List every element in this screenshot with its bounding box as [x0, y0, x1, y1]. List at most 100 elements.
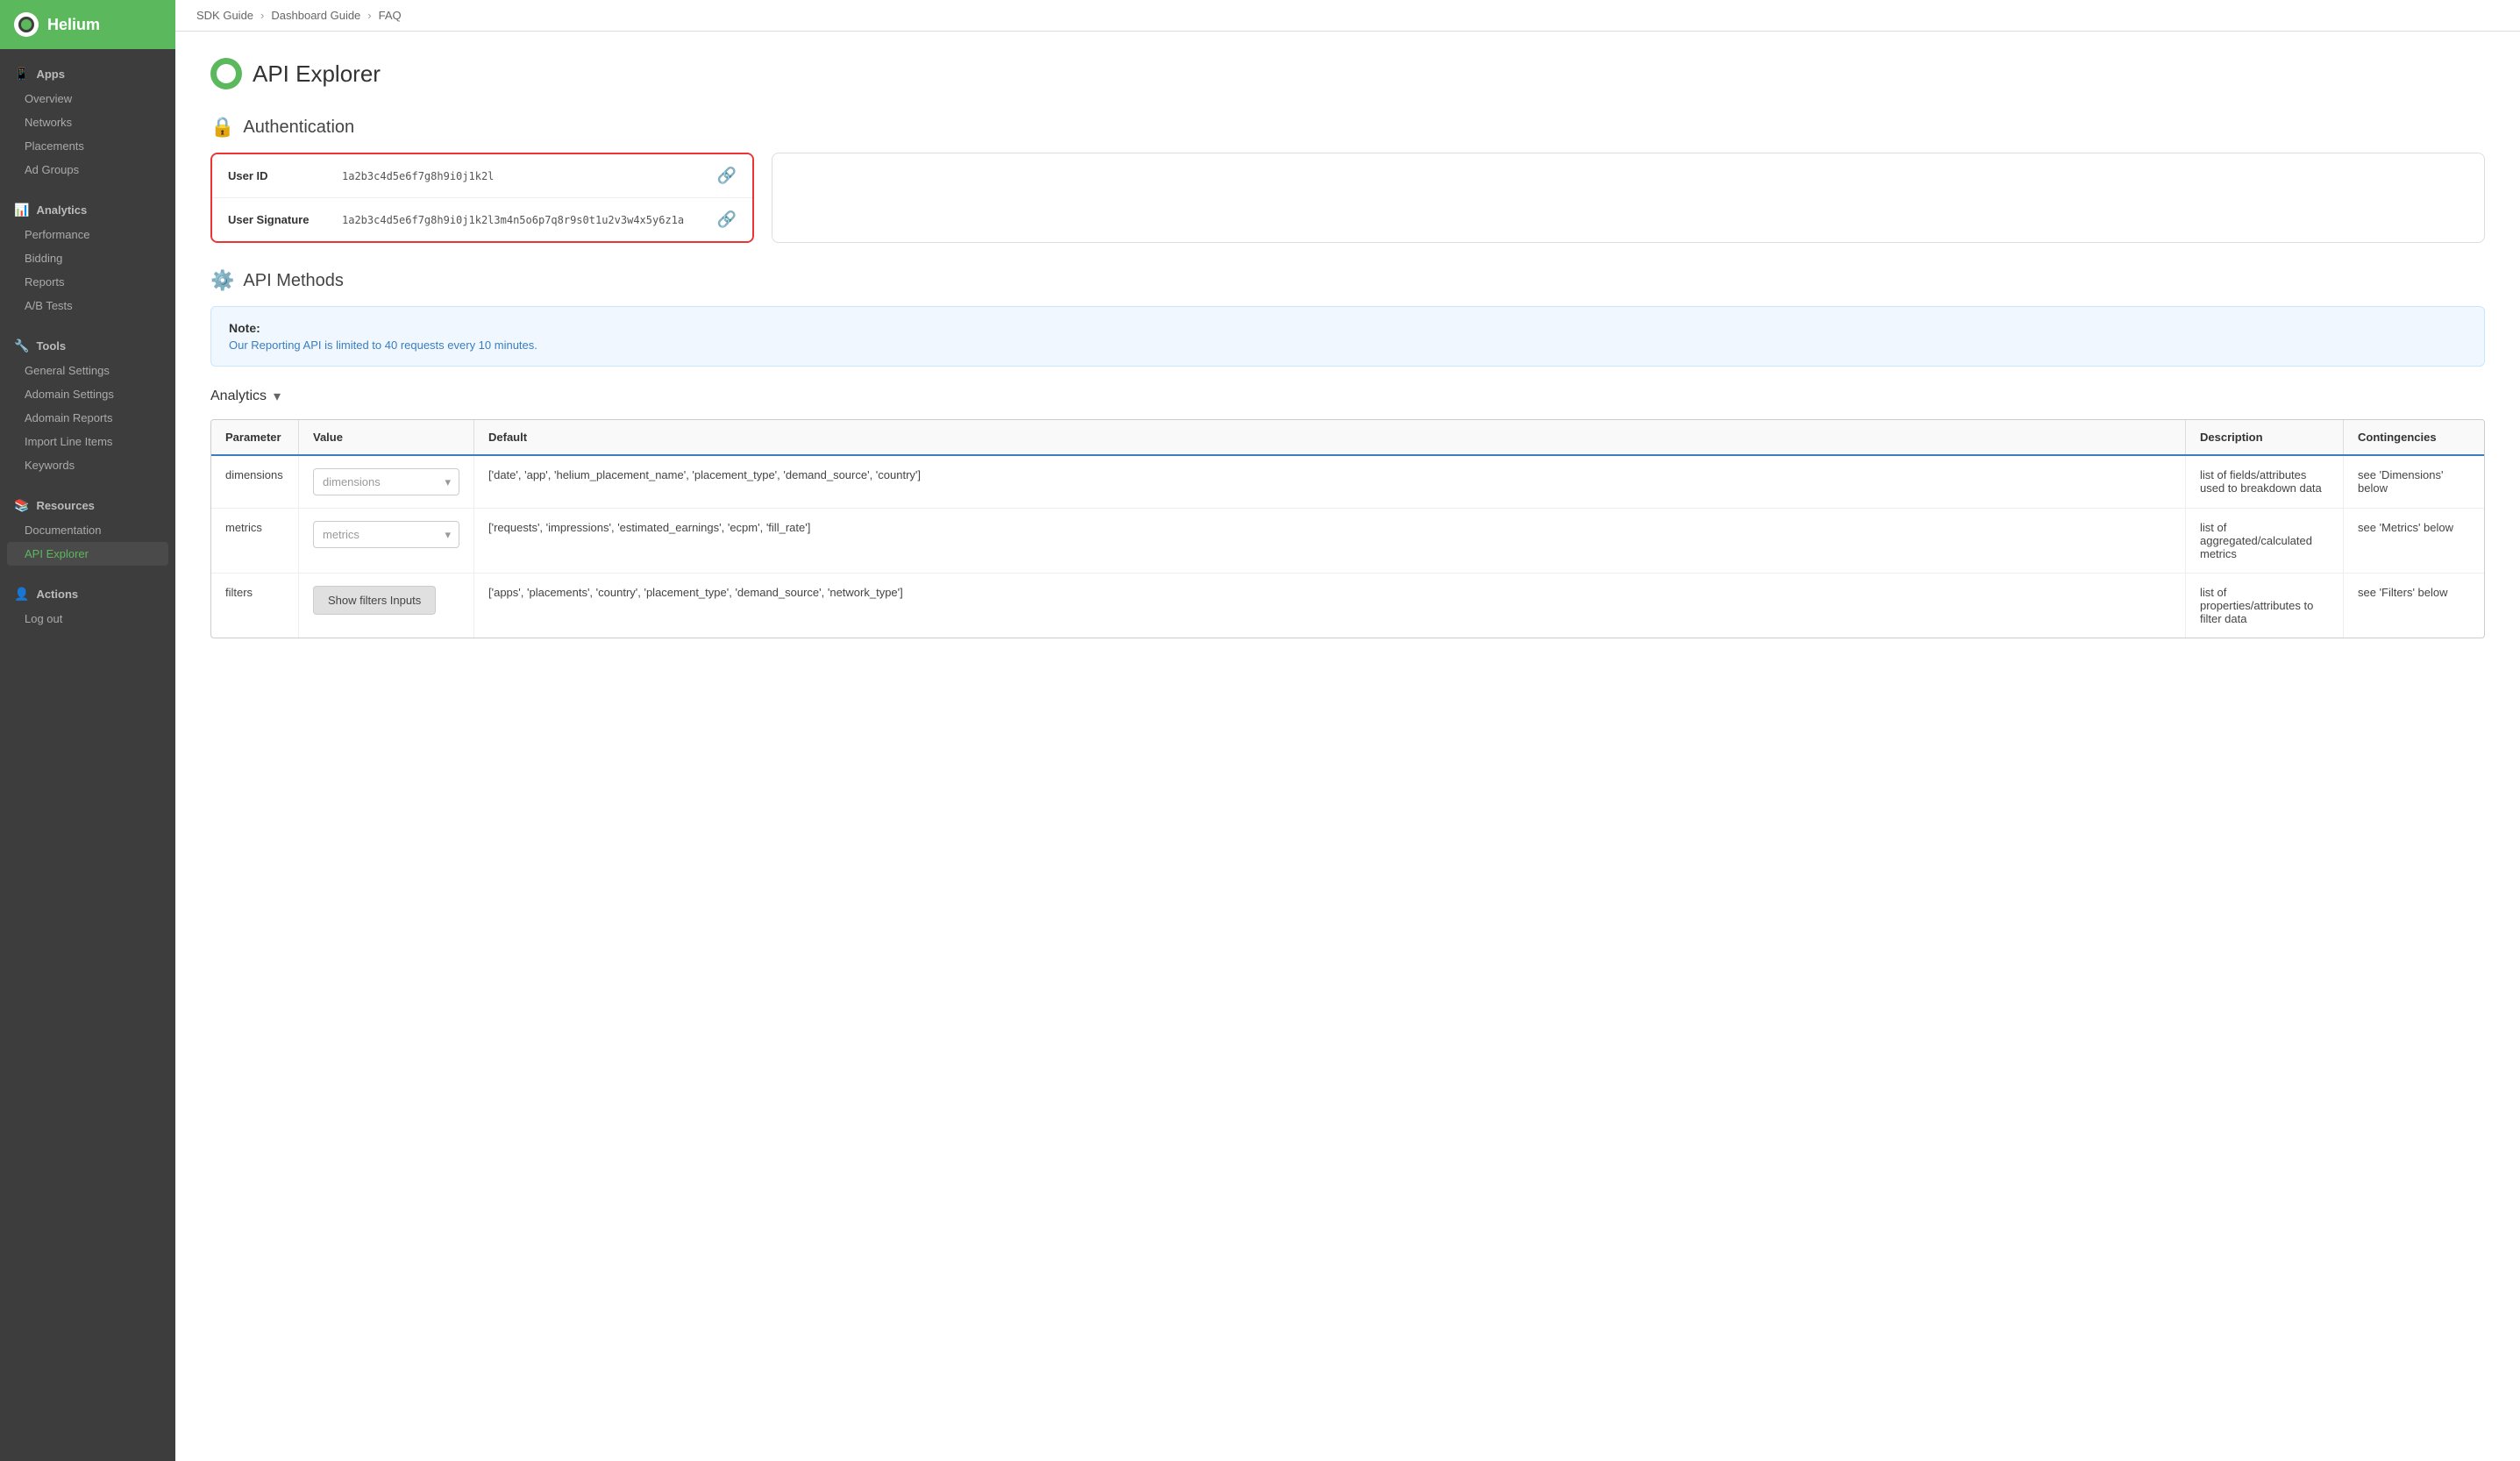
- user-signature-label: User Signature: [228, 213, 342, 226]
- user-signature-row: User Signature 1a2b3c4d5e6f7g8h9i0j1k2l3…: [212, 198, 752, 241]
- sidebar-item-ad-groups[interactable]: Ad Groups: [0, 158, 175, 182]
- user-id-value: 1a2b3c4d5e6f7g8h9i0j1k2l: [342, 170, 717, 182]
- lock-icon: 🔒: [210, 116, 234, 139]
- sidebar-section-apps: 📱 Apps Overview Networks Placements Ad G…: [0, 49, 175, 185]
- api-explorer-icon: [210, 58, 242, 89]
- dimensions-select[interactable]: dimensions: [313, 468, 459, 495]
- analytics-chevron-icon: ▾: [274, 388, 281, 405]
- user-signature-value: 1a2b3c4d5e6f7g8h9i0j1k2l3m4n5o6p7q8r9s0t…: [342, 214, 717, 226]
- breadcrumb-faq: FAQ: [379, 9, 402, 22]
- user-id-row: User ID 1a2b3c4d5e6f7g8h9i0j1k2l 🔗: [212, 154, 752, 198]
- sidebar-section-actions-label: Actions: [36, 588, 78, 601]
- sidebar-item-logout[interactable]: Log out: [0, 607, 175, 631]
- sidebar-section-tools-header[interactable]: 🔧 Tools: [0, 333, 175, 359]
- cell-metrics-value[interactable]: metrics: [299, 509, 474, 573]
- phone-icon: 📱: [14, 67, 29, 82]
- table-header: Parameter Value Default Description Cont…: [211, 420, 2484, 456]
- col-header-description: Description: [2186, 420, 2344, 454]
- sidebar-item-placements[interactable]: Placements: [0, 134, 175, 158]
- note-title: Note:: [229, 321, 2467, 335]
- chart-icon: 📊: [14, 203, 29, 217]
- table-row: dimensions dimensions ['date', 'app', 'h…: [211, 456, 2484, 509]
- note-body: Our Reporting API is limited to 40 reque…: [229, 339, 2467, 352]
- sidebar-section-apps-header[interactable]: 📱 Apps: [0, 61, 175, 87]
- breadcrumb: SDK Guide › Dashboard Guide › FAQ: [175, 0, 2520, 32]
- sidebar-section-actions: 👤 Actions Log out: [0, 569, 175, 634]
- sidebar-item-general-settings[interactable]: General Settings: [0, 359, 175, 382]
- auth-section-header: 🔒 Authentication: [210, 116, 2485, 139]
- cell-dimensions-description: list of fields/attributes used to breakd…: [2186, 456, 2344, 508]
- show-filters-button[interactable]: Show filters Inputs: [313, 586, 436, 615]
- breadcrumb-sdk-guide[interactable]: SDK Guide: [196, 9, 253, 22]
- sidebar-item-performance[interactable]: Performance: [0, 223, 175, 246]
- page-title: API Explorer: [253, 61, 381, 88]
- dimensions-select-wrapper[interactable]: dimensions: [313, 468, 459, 495]
- sidebar-item-ab-tests[interactable]: A/B Tests: [0, 294, 175, 317]
- cell-filters-default: ['apps', 'placements', 'country', 'place…: [474, 574, 2186, 638]
- auth-section-title: Authentication: [243, 118, 354, 138]
- cell-filters-description: list of properties/attributes to filter …: [2186, 574, 2344, 638]
- book-icon: 📚: [14, 498, 29, 513]
- api-methods-header: ⚙️ API Methods: [210, 269, 2485, 292]
- cell-metrics-contingencies: see 'Metrics' below: [2344, 509, 2484, 573]
- auth-container: User ID 1a2b3c4d5e6f7g8h9i0j1k2l 🔗 User …: [210, 153, 2485, 243]
- analytics-toggle-label: Analytics: [210, 388, 267, 404]
- user-signature-link-icon[interactable]: 🔗: [717, 210, 737, 229]
- cell-dimensions-contingencies: see 'Dimensions' below: [2344, 456, 2484, 508]
- main-content: SDK Guide › Dashboard Guide › FAQ API Ex…: [175, 0, 2520, 1461]
- sidebar-section-actions-header[interactable]: 👤 Actions: [0, 581, 175, 607]
- sidebar: Helium 📱 Apps Overview Networks Placemen…: [0, 0, 175, 1461]
- sidebar-item-bidding[interactable]: Bidding: [0, 246, 175, 270]
- cell-dimensions-param: dimensions: [211, 456, 299, 508]
- breadcrumb-dashboard-guide[interactable]: Dashboard Guide: [271, 9, 360, 22]
- wrench-icon: 🔧: [14, 339, 29, 353]
- breadcrumb-sep-1: ›: [260, 9, 264, 22]
- sidebar-item-keywords[interactable]: Keywords: [0, 453, 175, 477]
- sidebar-item-import-line-items[interactable]: Import Line Items: [0, 430, 175, 453]
- sidebar-section-analytics: 📊 Analytics Performance Bidding Reports …: [0, 185, 175, 321]
- col-header-default: Default: [474, 420, 2186, 454]
- table-row: metrics metrics ['requests', 'impression…: [211, 509, 2484, 574]
- api-table: Parameter Value Default Description Cont…: [210, 419, 2485, 638]
- logo-icon: [14, 12, 39, 37]
- sidebar-item-documentation[interactable]: Documentation: [0, 518, 175, 542]
- api-methods-title: API Methods: [243, 271, 344, 291]
- sidebar-section-resources-header[interactable]: 📚 Resources: [0, 493, 175, 518]
- cell-dimensions-value[interactable]: dimensions: [299, 456, 474, 508]
- person-icon: 👤: [14, 587, 29, 602]
- cell-filters-value[interactable]: Show filters Inputs: [299, 574, 474, 638]
- metrics-select-wrapper[interactable]: metrics: [313, 521, 459, 548]
- sidebar-item-networks[interactable]: Networks: [0, 110, 175, 134]
- app-name: Helium: [47, 16, 100, 34]
- auth-box: User ID 1a2b3c4d5e6f7g8h9i0j1k2l 🔗 User …: [210, 153, 754, 243]
- auth-right-panel: [772, 153, 2485, 243]
- cell-metrics-description: list of aggregated/calculated metrics: [2186, 509, 2344, 573]
- user-id-label: User ID: [228, 169, 342, 182]
- sidebar-item-api-explorer[interactable]: API Explorer: [7, 542, 168, 566]
- sidebar-item-adomain-settings[interactable]: Adomain Settings: [0, 382, 175, 406]
- col-header-value: Value: [299, 420, 474, 454]
- sidebar-section-analytics-label: Analytics: [36, 203, 87, 217]
- metrics-select[interactable]: metrics: [313, 521, 459, 548]
- sidebar-section-tools-label: Tools: [36, 339, 66, 353]
- sidebar-section-analytics-header[interactable]: 📊 Analytics: [0, 197, 175, 223]
- page-content: API Explorer 🔒 Authentication User ID 1a…: [175, 32, 2520, 1461]
- sidebar-item-overview[interactable]: Overview: [0, 87, 175, 110]
- sidebar-section-apps-label: Apps: [36, 68, 65, 81]
- sidebar-item-adomain-reports[interactable]: Adomain Reports: [0, 406, 175, 430]
- breadcrumb-sep-2: ›: [367, 9, 371, 22]
- col-header-contingencies: Contingencies: [2344, 420, 2484, 454]
- col-header-parameter: Parameter: [211, 420, 299, 454]
- page-title-row: API Explorer: [210, 58, 2485, 89]
- sidebar-section-resources-label: Resources: [36, 499, 94, 512]
- cell-metrics-param: metrics: [211, 509, 299, 573]
- sidebar-section-resources: 📚 Resources Documentation API Explorer: [0, 481, 175, 569]
- sidebar-section-tools: 🔧 Tools General Settings Adomain Setting…: [0, 321, 175, 481]
- sidebar-item-reports[interactable]: Reports: [0, 270, 175, 294]
- cell-dimensions-default: ['date', 'app', 'helium_placement_name',…: [474, 456, 2186, 508]
- user-id-link-icon[interactable]: 🔗: [717, 167, 737, 185]
- analytics-toggle[interactable]: Analytics ▾: [210, 388, 2485, 405]
- sidebar-header: Helium: [0, 0, 175, 49]
- cell-filters-param: filters: [211, 574, 299, 638]
- gear-icon: ⚙️: [210, 269, 234, 292]
